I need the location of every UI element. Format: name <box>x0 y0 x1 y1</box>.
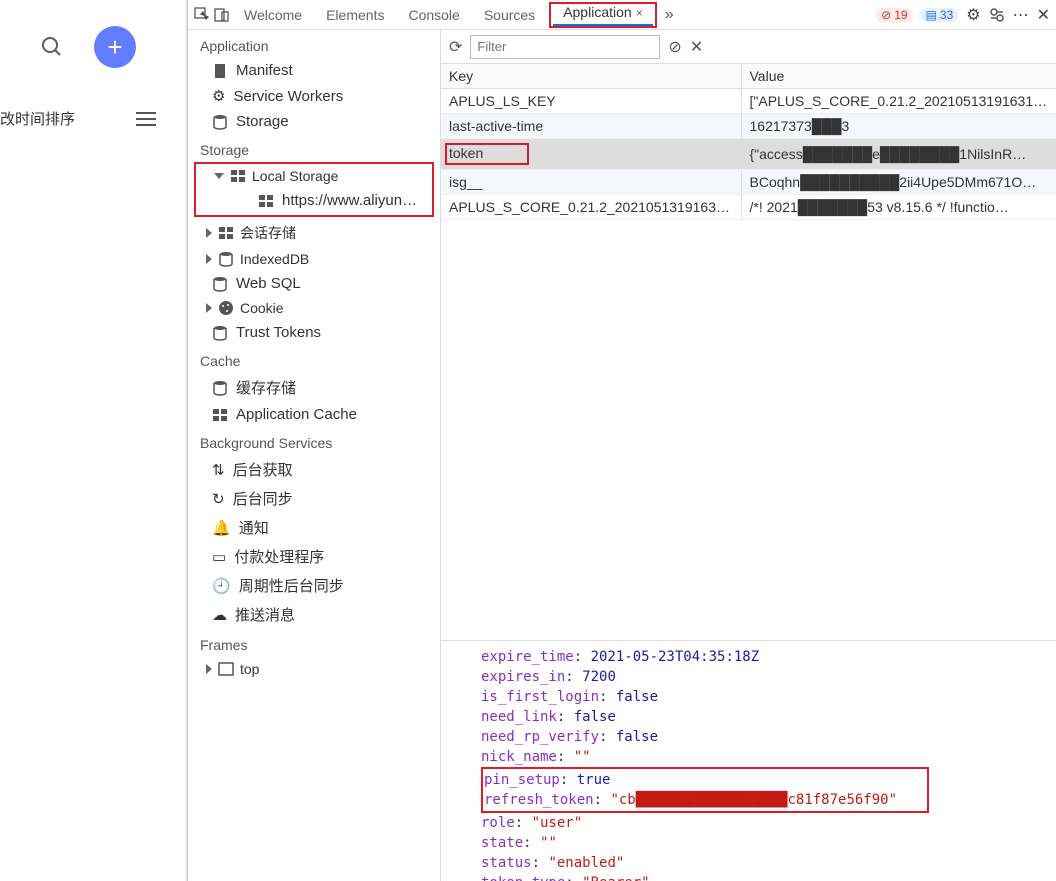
highlighted-application-tab: Application× <box>549 2 657 28</box>
menu-icon[interactable] <box>136 112 156 126</box>
devtools-main: ⟳ ⊘ ✕ Key Value APLUS_LS_KEY["APLUS_S_CO… <box>441 30 1056 881</box>
sidebar-item-payment[interactable]: ▭付款处理程序 <box>188 542 440 571</box>
bell-icon: 🔔 <box>212 519 231 537</box>
storage-grid-icon <box>258 193 274 209</box>
app-left-column: + 改时间排序 <box>0 0 187 881</box>
database-icon <box>212 380 228 396</box>
tab-sources[interactable]: Sources <box>474 3 545 27</box>
col-value[interactable]: Value <box>741 64 1056 89</box>
manifest-icon <box>212 63 228 79</box>
sidebar-section-frames: Frames <box>188 629 440 657</box>
card-icon: ▭ <box>212 548 226 566</box>
sidebar-item-notifications[interactable]: 🔔通知 <box>188 513 440 542</box>
devtools-tab-bar: Welcome Elements Console Sources Applica… <box>188 0 1056 30</box>
sidebar-item-session-storage[interactable]: 会话存储 <box>188 219 440 247</box>
error-count-badge[interactable]: ⊘ 19 <box>876 8 912 22</box>
clock-icon: 🕘 <box>212 577 231 595</box>
filter-toolbar: ⟳ ⊘ ✕ <box>441 30 1056 64</box>
filter-input[interactable] <box>470 35 660 59</box>
storage-grid-icon <box>230 168 246 184</box>
storage-grid-icon <box>218 225 234 241</box>
table-row[interactable]: APLUS_LS_KEY["APLUS_S_CORE_0.21.2_202105… <box>441 89 1056 114</box>
sidebar-item-application-cache[interactable]: Application Cache <box>188 402 440 427</box>
sync-icon: ↻ <box>212 490 225 508</box>
tab-welcome[interactable]: Welcome <box>234 3 312 27</box>
device-toolbar-icon[interactable] <box>214 7 230 23</box>
highlighted-token-key: token <box>445 143 529 165</box>
sidebar-item-websql[interactable]: Web SQL <box>188 271 440 296</box>
frame-icon <box>218 661 234 677</box>
table-row-selected[interactable]: token{"access███████e████████1NilsInR… <box>441 139 1056 170</box>
sidebar-item-manifest[interactable]: Manifest <box>188 58 440 83</box>
storage-table: Key Value APLUS_LS_KEY["APLUS_S_CORE_0.2… <box>441 64 1056 220</box>
close-icon[interactable]: × <box>636 6 643 20</box>
settings-icon[interactable]: ⚙ <box>966 5 980 25</box>
sidebar-item-service-workers[interactable]: ⚙Service Workers <box>188 83 440 109</box>
sidebar-section-application: Application <box>188 30 440 58</box>
database-icon <box>218 251 234 267</box>
tab-elements[interactable]: Elements <box>316 3 394 27</box>
sidebar-section-cache: Cache <box>188 345 440 373</box>
close-devtools-icon[interactable]: ✕ <box>1037 5 1050 25</box>
delete-icon[interactable]: ✕ <box>690 37 703 57</box>
highlighted-local-storage: Local Storage https://www.aliyundrive.co… <box>194 162 434 217</box>
col-key[interactable]: Key <box>441 64 741 89</box>
sidebar-section-background: Background Services <box>188 427 440 455</box>
sidebar-item-trust-tokens[interactable]: Trust Tokens <box>188 320 440 345</box>
refresh-icon[interactable]: ⟳ <box>449 37 462 57</box>
sidebar-item-bg-sync[interactable]: ↻后台同步 <box>188 484 440 513</box>
devtools: Welcome Elements Console Sources Applica… <box>187 0 1056 881</box>
more-icon[interactable]: ⋯ <box>1013 5 1029 25</box>
sidebar-item-indexeddb[interactable]: IndexedDB <box>188 247 440 271</box>
sidebar-item-bg-fetch[interactable]: ⇅后台获取 <box>188 455 440 484</box>
sidebar-item-local-storage[interactable]: Local Storage <box>196 164 432 188</box>
sort-label: 改时间排序 <box>0 108 75 129</box>
table-row[interactable]: last-active-time16217373███3 <box>441 114 1056 139</box>
database-icon <box>212 276 228 292</box>
more-tabs-icon[interactable]: » <box>661 6 678 24</box>
warning-count-badge[interactable]: ▤ 33 <box>921 8 959 22</box>
tab-application[interactable]: Application× <box>553 0 653 26</box>
sidebar-item-origin[interactable]: https://www.aliyundrive.com <box>196 188 432 213</box>
sidebar-section-storage: Storage <box>188 134 440 162</box>
gear-icon: ⚙ <box>212 87 225 105</box>
cookie-icon <box>218 300 234 316</box>
storage-grid-icon <box>212 407 228 423</box>
devtools-sidebar: Application Manifest ⚙Service Workers St… <box>188 30 441 881</box>
search-icon[interactable] <box>40 35 64 59</box>
cloud-icon: ☁ <box>212 606 227 624</box>
arrows-icon: ⇅ <box>212 461 225 479</box>
sidebar-item-periodic[interactable]: 🕘周期性后台同步 <box>188 571 440 600</box>
database-icon <box>212 325 228 341</box>
database-icon <box>212 114 228 130</box>
sidebar-item-cookie[interactable]: Cookie <box>188 296 440 320</box>
add-button[interactable]: + <box>94 26 136 68</box>
sidebar-item-push[interactable]: ☁推送消息 <box>188 600 440 629</box>
customize-icon[interactable] <box>989 7 1005 23</box>
sidebar-item-top-frame[interactable]: top <box>188 657 440 681</box>
value-preview-pane: expire_time: 2021-05-23T04:35:18Z expire… <box>441 640 1056 881</box>
tab-console[interactable]: Console <box>398 3 469 27</box>
highlighted-refresh-token: pin_setup: true refresh_token: "cb██████… <box>481 767 929 813</box>
table-row[interactable]: APLUS_S_CORE_0.21.2_20210513191631_2…/*!… <box>441 195 1056 220</box>
table-row[interactable]: isg__BCoqhn██████████2ii4Upe5DMm671O… <box>441 170 1056 195</box>
sidebar-item-cache-storage[interactable]: 缓存存储 <box>188 373 440 402</box>
inspect-element-icon[interactable] <box>194 7 210 23</box>
sidebar-item-storage[interactable]: Storage <box>188 109 440 134</box>
clear-icon[interactable]: ⊘ <box>668 37 681 57</box>
